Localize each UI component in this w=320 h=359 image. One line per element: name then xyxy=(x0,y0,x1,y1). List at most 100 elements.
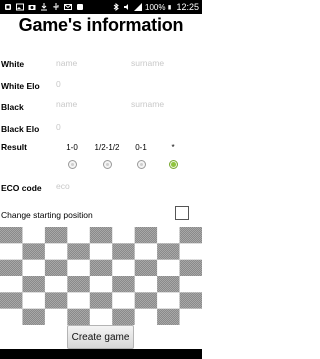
board-square[interactable] xyxy=(67,308,91,325)
board-square[interactable] xyxy=(112,308,135,325)
black-elo-input[interactable]: 0 xyxy=(56,122,61,132)
battery-percent: 100% xyxy=(145,2,166,12)
camera-icon xyxy=(28,5,36,10)
result-label: Result xyxy=(1,142,27,152)
mail-icon xyxy=(64,4,72,10)
board-square[interactable] xyxy=(22,276,46,293)
white-name-input[interactable]: name xyxy=(56,58,77,68)
result-radio-0-1[interactable] xyxy=(137,160,146,169)
result-option-label: 1-0 xyxy=(66,143,78,152)
radio-dot xyxy=(71,163,74,166)
white-elo-label: White Elo xyxy=(1,81,40,91)
black-name-input[interactable]: name xyxy=(56,99,77,109)
board-square[interactable] xyxy=(67,259,91,277)
board-square[interactable] xyxy=(44,227,68,244)
result-radio-draw[interactable] xyxy=(103,160,112,169)
board-square[interactable] xyxy=(22,227,46,244)
board-square[interactable] xyxy=(157,276,180,293)
notification-icons xyxy=(0,3,84,11)
board-square[interactable] xyxy=(157,292,180,309)
bluetooth-icon xyxy=(113,3,119,11)
result-option-label: 1/2-1/2 xyxy=(94,143,120,152)
board-square[interactable] xyxy=(112,292,135,309)
board-square[interactable] xyxy=(44,308,68,325)
download-icon xyxy=(41,3,47,11)
eco-label: ECO code xyxy=(1,183,42,193)
board-square[interactable] xyxy=(179,276,202,293)
radio-dot xyxy=(106,163,109,166)
board-square[interactable] xyxy=(89,227,113,244)
black-elo-label: Black Elo xyxy=(1,124,40,134)
board-square[interactable] xyxy=(22,243,46,260)
board-square[interactable] xyxy=(157,308,180,325)
page-title: Game's information xyxy=(18,15,184,35)
board-square[interactable] xyxy=(134,243,158,260)
white-label: White xyxy=(1,59,25,69)
board-square[interactable] xyxy=(44,259,68,277)
black-label: Black xyxy=(1,102,24,112)
board-square[interactable] xyxy=(44,276,68,293)
board-square[interactable] xyxy=(134,227,158,244)
battery-icon xyxy=(168,5,172,10)
board-square[interactable] xyxy=(0,243,23,260)
board-square[interactable] xyxy=(89,308,113,325)
result-option-label: * xyxy=(171,143,175,152)
white-elo-input[interactable]: 0 xyxy=(56,79,61,89)
board-square[interactable] xyxy=(134,308,158,325)
starting-position-checkbox[interactable] xyxy=(175,206,189,220)
board-square[interactable] xyxy=(44,292,68,309)
board-square[interactable] xyxy=(179,308,202,325)
usb-icon xyxy=(53,3,59,10)
board-square[interactable] xyxy=(0,308,23,325)
eco-input[interactable]: eco xyxy=(56,181,70,191)
board-square[interactable] xyxy=(157,227,180,244)
clock: 12:25 xyxy=(176,2,199,12)
radio-dot xyxy=(140,163,143,166)
board-square[interactable] xyxy=(0,227,23,244)
board-square[interactable] xyxy=(0,292,23,309)
board-square[interactable] xyxy=(67,276,91,293)
board-square[interactable] xyxy=(179,259,202,277)
board-square[interactable] xyxy=(179,292,202,309)
signal-icon xyxy=(134,3,142,11)
board-square[interactable] xyxy=(112,243,135,260)
board-square[interactable] xyxy=(0,259,23,277)
board-square[interactable] xyxy=(0,276,23,293)
app-icon-2 xyxy=(77,4,83,10)
result-radio-unknown[interactable] xyxy=(169,160,178,169)
create-game-button[interactable]: Create game xyxy=(67,325,134,349)
chess-board[interactable] xyxy=(0,227,202,325)
mute-icon xyxy=(124,4,128,10)
status-bar: 100% 12:25 xyxy=(0,0,202,14)
board-square[interactable] xyxy=(67,292,91,309)
board-square[interactable] xyxy=(112,276,135,293)
board-square[interactable] xyxy=(22,259,46,277)
board-square[interactable] xyxy=(157,259,180,277)
board-square[interactable] xyxy=(134,276,158,293)
white-surname-input[interactable]: surname xyxy=(131,58,164,68)
board-square[interactable] xyxy=(89,259,113,277)
board-square[interactable] xyxy=(179,243,202,260)
starting-position-label: Change starting position xyxy=(1,210,93,220)
board-square[interactable] xyxy=(179,227,202,244)
navigation-bar xyxy=(0,349,202,359)
board-square[interactable] xyxy=(157,243,180,260)
result-option-label: 0-1 xyxy=(135,143,147,152)
board-square[interactable] xyxy=(112,259,135,277)
board-square[interactable] xyxy=(67,227,91,244)
board-square[interactable] xyxy=(89,292,113,309)
radio-dot xyxy=(171,162,176,167)
board-square[interactable] xyxy=(134,292,158,309)
board-square[interactable] xyxy=(89,276,113,293)
image-icon xyxy=(16,3,24,11)
board-square[interactable] xyxy=(44,243,68,260)
board-square[interactable] xyxy=(112,227,135,244)
board-square[interactable] xyxy=(134,259,158,277)
board-square[interactable] xyxy=(89,243,113,260)
app-icon xyxy=(5,4,11,10)
result-radio-1-0[interactable] xyxy=(68,160,77,169)
black-surname-input[interactable]: surname xyxy=(131,99,164,109)
board-square[interactable] xyxy=(67,243,91,260)
board-square[interactable] xyxy=(22,308,46,325)
board-square[interactable] xyxy=(22,292,46,309)
